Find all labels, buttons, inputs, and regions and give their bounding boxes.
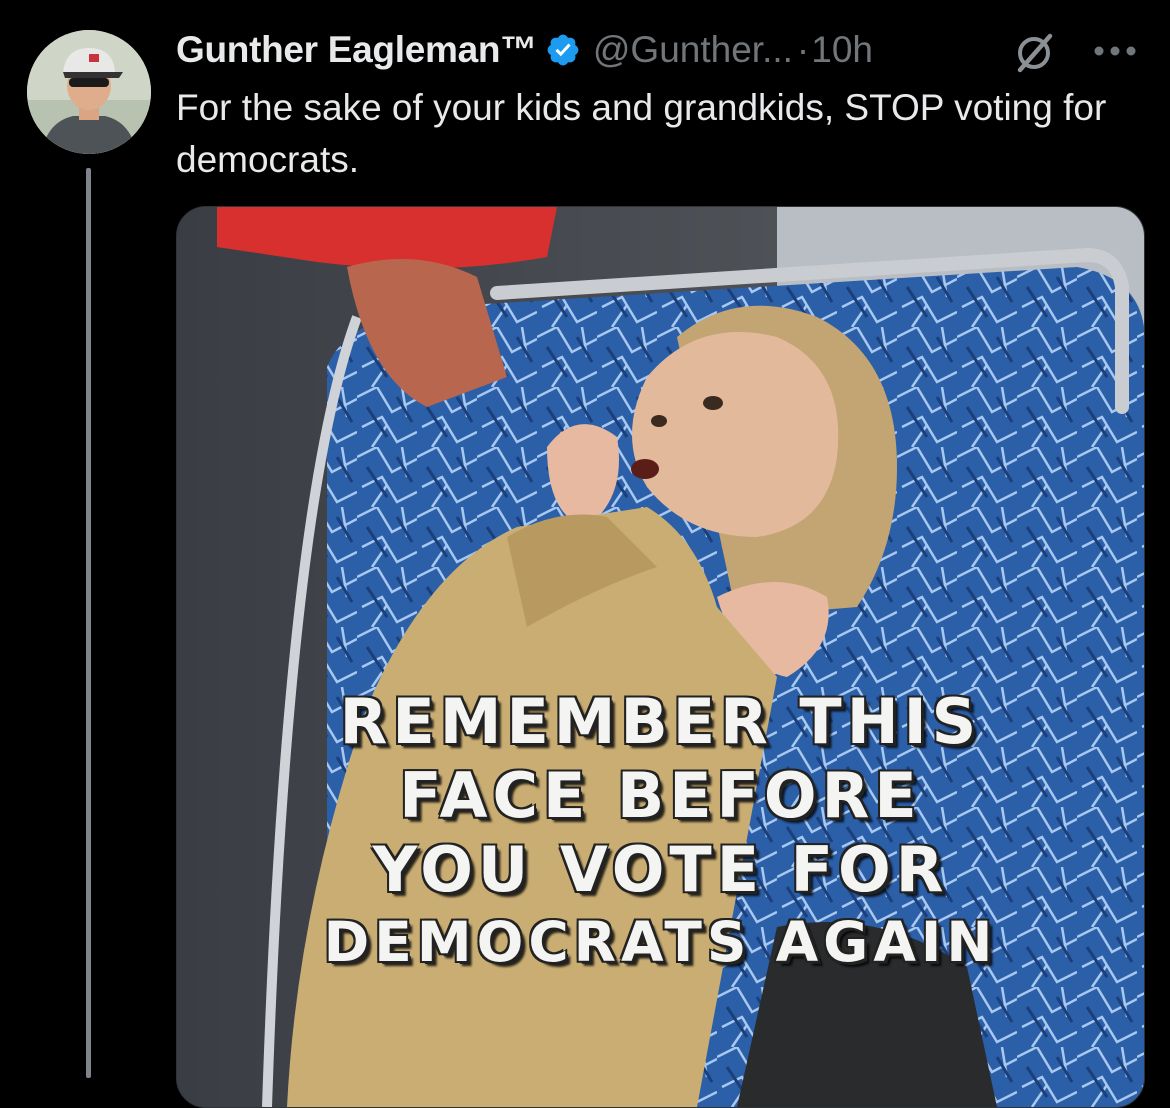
meme-caption-line: YOU VOTE FOR <box>372 833 949 906</box>
avatar[interactable] <box>27 30 151 154</box>
profile-photo-icon <box>27 30 151 154</box>
thread-line <box>86 168 91 1078</box>
meme-caption-line: REMEMBER THIS <box>339 685 982 758</box>
author-handle[interactable]: @Gunther... <box>593 29 793 71</box>
more-options-icon[interactable] <box>1090 36 1140 66</box>
author-display-name[interactable]: Gunther Eagleman™ <box>176 29 537 71</box>
tweet-header: Gunther Eagleman™ @Gunther... · 10h <box>176 22 873 78</box>
tweet[interactable]: Gunther Eagleman™ @Gunther... · 10h For … <box>0 0 1170 1108</box>
meme-caption-line: DEMOCRATS AGAIN <box>323 910 998 974</box>
tweet-media-image[interactable]: REMEMBER THIS FACE BEFORE YOU VOTE FOR D… <box>176 206 1145 1108</box>
meme-caption: REMEMBER THIS FACE BEFORE YOU VOTE FOR D… <box>177 685 1144 977</box>
meme-caption-line: FACE BEFORE <box>399 759 922 832</box>
separator-dot: · <box>796 29 810 70</box>
verified-badge-icon <box>545 32 581 68</box>
tweet-timestamp[interactable]: 10h <box>811 29 873 71</box>
tweet-text: For the sake of your kids and grandkids,… <box>176 87 1107 180</box>
grok-icon[interactable] <box>1012 30 1056 74</box>
